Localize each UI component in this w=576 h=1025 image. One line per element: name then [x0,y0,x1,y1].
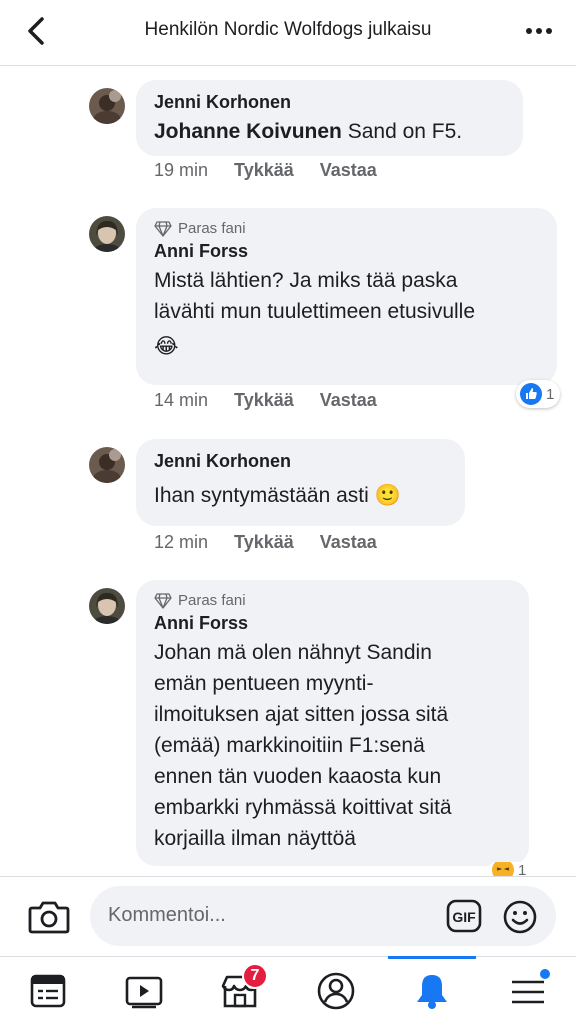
comment-bubble: Jenni Korhonen Ihan syntymästään asti 🙂 [136,439,465,526]
nav-watch[interactable] [96,957,192,1025]
page-title: Henkilön Nordic Wolfdogs julkaisu [144,19,432,40]
comment-author[interactable]: Anni Forss [154,613,511,634]
like-link[interactable]: Tykkää [234,160,294,181]
comment-meta: 12 min Tykkää Vastaa [154,532,377,553]
diamond-icon [154,220,172,237]
nav-notifications[interactable] [384,957,480,1025]
comment-author[interactable]: Anni Forss [154,241,539,262]
badge-label: Paras fani [178,220,246,237]
menu-icon [512,980,544,1004]
like-link[interactable]: Tykkää [234,390,294,411]
comment-text-line: Mistä lähtien? Ja miks tää paska [154,269,458,292]
nav-news-feed[interactable] [0,957,96,1025]
comment-text-line: lävähti mun tuulettimeen etusivulle [154,300,476,323]
watch-icon [125,976,163,1009]
header-bar: Henkilön Nordic Wolfdogs julkaisu [0,0,576,66]
badge-label: Paras fani [178,592,246,609]
nav-profile[interactable] [288,957,384,1025]
comment-time: 14 min [154,390,209,410]
menu-notification-dot [540,969,550,979]
bell-icon [417,975,447,1009]
comment-meta: 19 min Tykkää Vastaa [154,160,377,181]
reply-link[interactable]: Vastaa [320,390,377,411]
comment-text-line: emän pentueen myynti- [154,672,374,695]
avatar-image [89,588,125,624]
comment-text-line: korjailla ilman näyttöä [154,827,356,850]
like-reaction-icon [520,383,542,405]
comment-meta: 14 min Tykkää Vastaa [154,390,377,411]
diamond-icon [154,592,172,609]
reply-link[interactable]: Vastaa [320,532,377,553]
reaction-summary[interactable]: 1 [516,380,561,408]
more-options-icon[interactable] [524,18,554,44]
profile-icon [317,972,355,1010]
avatar[interactable] [89,447,125,483]
comment-text-line: ilmoituksen ajat sitten jossa sitä [154,703,449,726]
avatar[interactable] [89,588,125,624]
laughing-emoji: 😂 [154,335,179,358]
reply-link[interactable]: Vastaa [320,160,377,181]
comment-input-placeholder: Kommentoi... [108,904,226,926]
top-fan-badge: Paras fani [154,220,539,237]
comment-author[interactable]: Jenni Korhonen [154,451,447,472]
like-link[interactable]: Tykkää [234,532,294,553]
avatar-image [89,447,125,483]
bottom-nav: 7 [0,956,576,1025]
top-fan-badge: Paras fani [154,592,511,609]
gif-icon[interactable]: GIF [446,899,482,933]
gif-label: GIF [452,909,476,925]
comment-text-line: (emää) markkinoitiin F1:senä [154,734,425,757]
comment-input[interactable]: Kommentoi... GIF [90,886,556,946]
comment-text-line: ennen tän vuoden kaaosta kun [154,765,442,788]
notification-badge: 7 [242,963,268,989]
comment-bubble: Jenni Korhonen Johanne Koivunen Sand on … [136,80,523,156]
nav-menu[interactable] [480,957,576,1025]
mention-link[interactable]: Johanne Koivunen [154,120,342,143]
comment-text: Ihan syntymästään asti [154,484,369,507]
avatar[interactable] [89,88,125,124]
smiling-emoji: 🙂 [374,484,401,507]
camera-icon[interactable] [28,899,70,935]
comment-time: 12 min [154,532,209,552]
comment-author[interactable]: Jenni Korhonen [154,92,505,113]
reaction-count: 1 [546,385,555,403]
comment-bubble: Paras fani Anni Forss Mistä lähtien? Ja … [136,208,557,385]
avatar-image [89,88,125,124]
comment-composer: Kommentoi... GIF [0,876,576,957]
news-feed-icon [30,974,66,1008]
comment-text-line: Johan mä olen nähnyt Sandin [154,641,432,664]
nav-marketplace[interactable]: 7 [192,957,288,1025]
emoji-icon[interactable] [502,899,538,935]
comment-text: Sand on F5. [347,120,463,143]
comment-time: 19 min [154,160,209,180]
comment-bubble: Paras fani Anni Forss Johan mä olen nähn… [136,580,529,866]
avatar-image [89,216,125,252]
comment-text-line: embarkki ryhmässä koittivat sitä [154,796,452,819]
avatar[interactable] [89,216,125,252]
